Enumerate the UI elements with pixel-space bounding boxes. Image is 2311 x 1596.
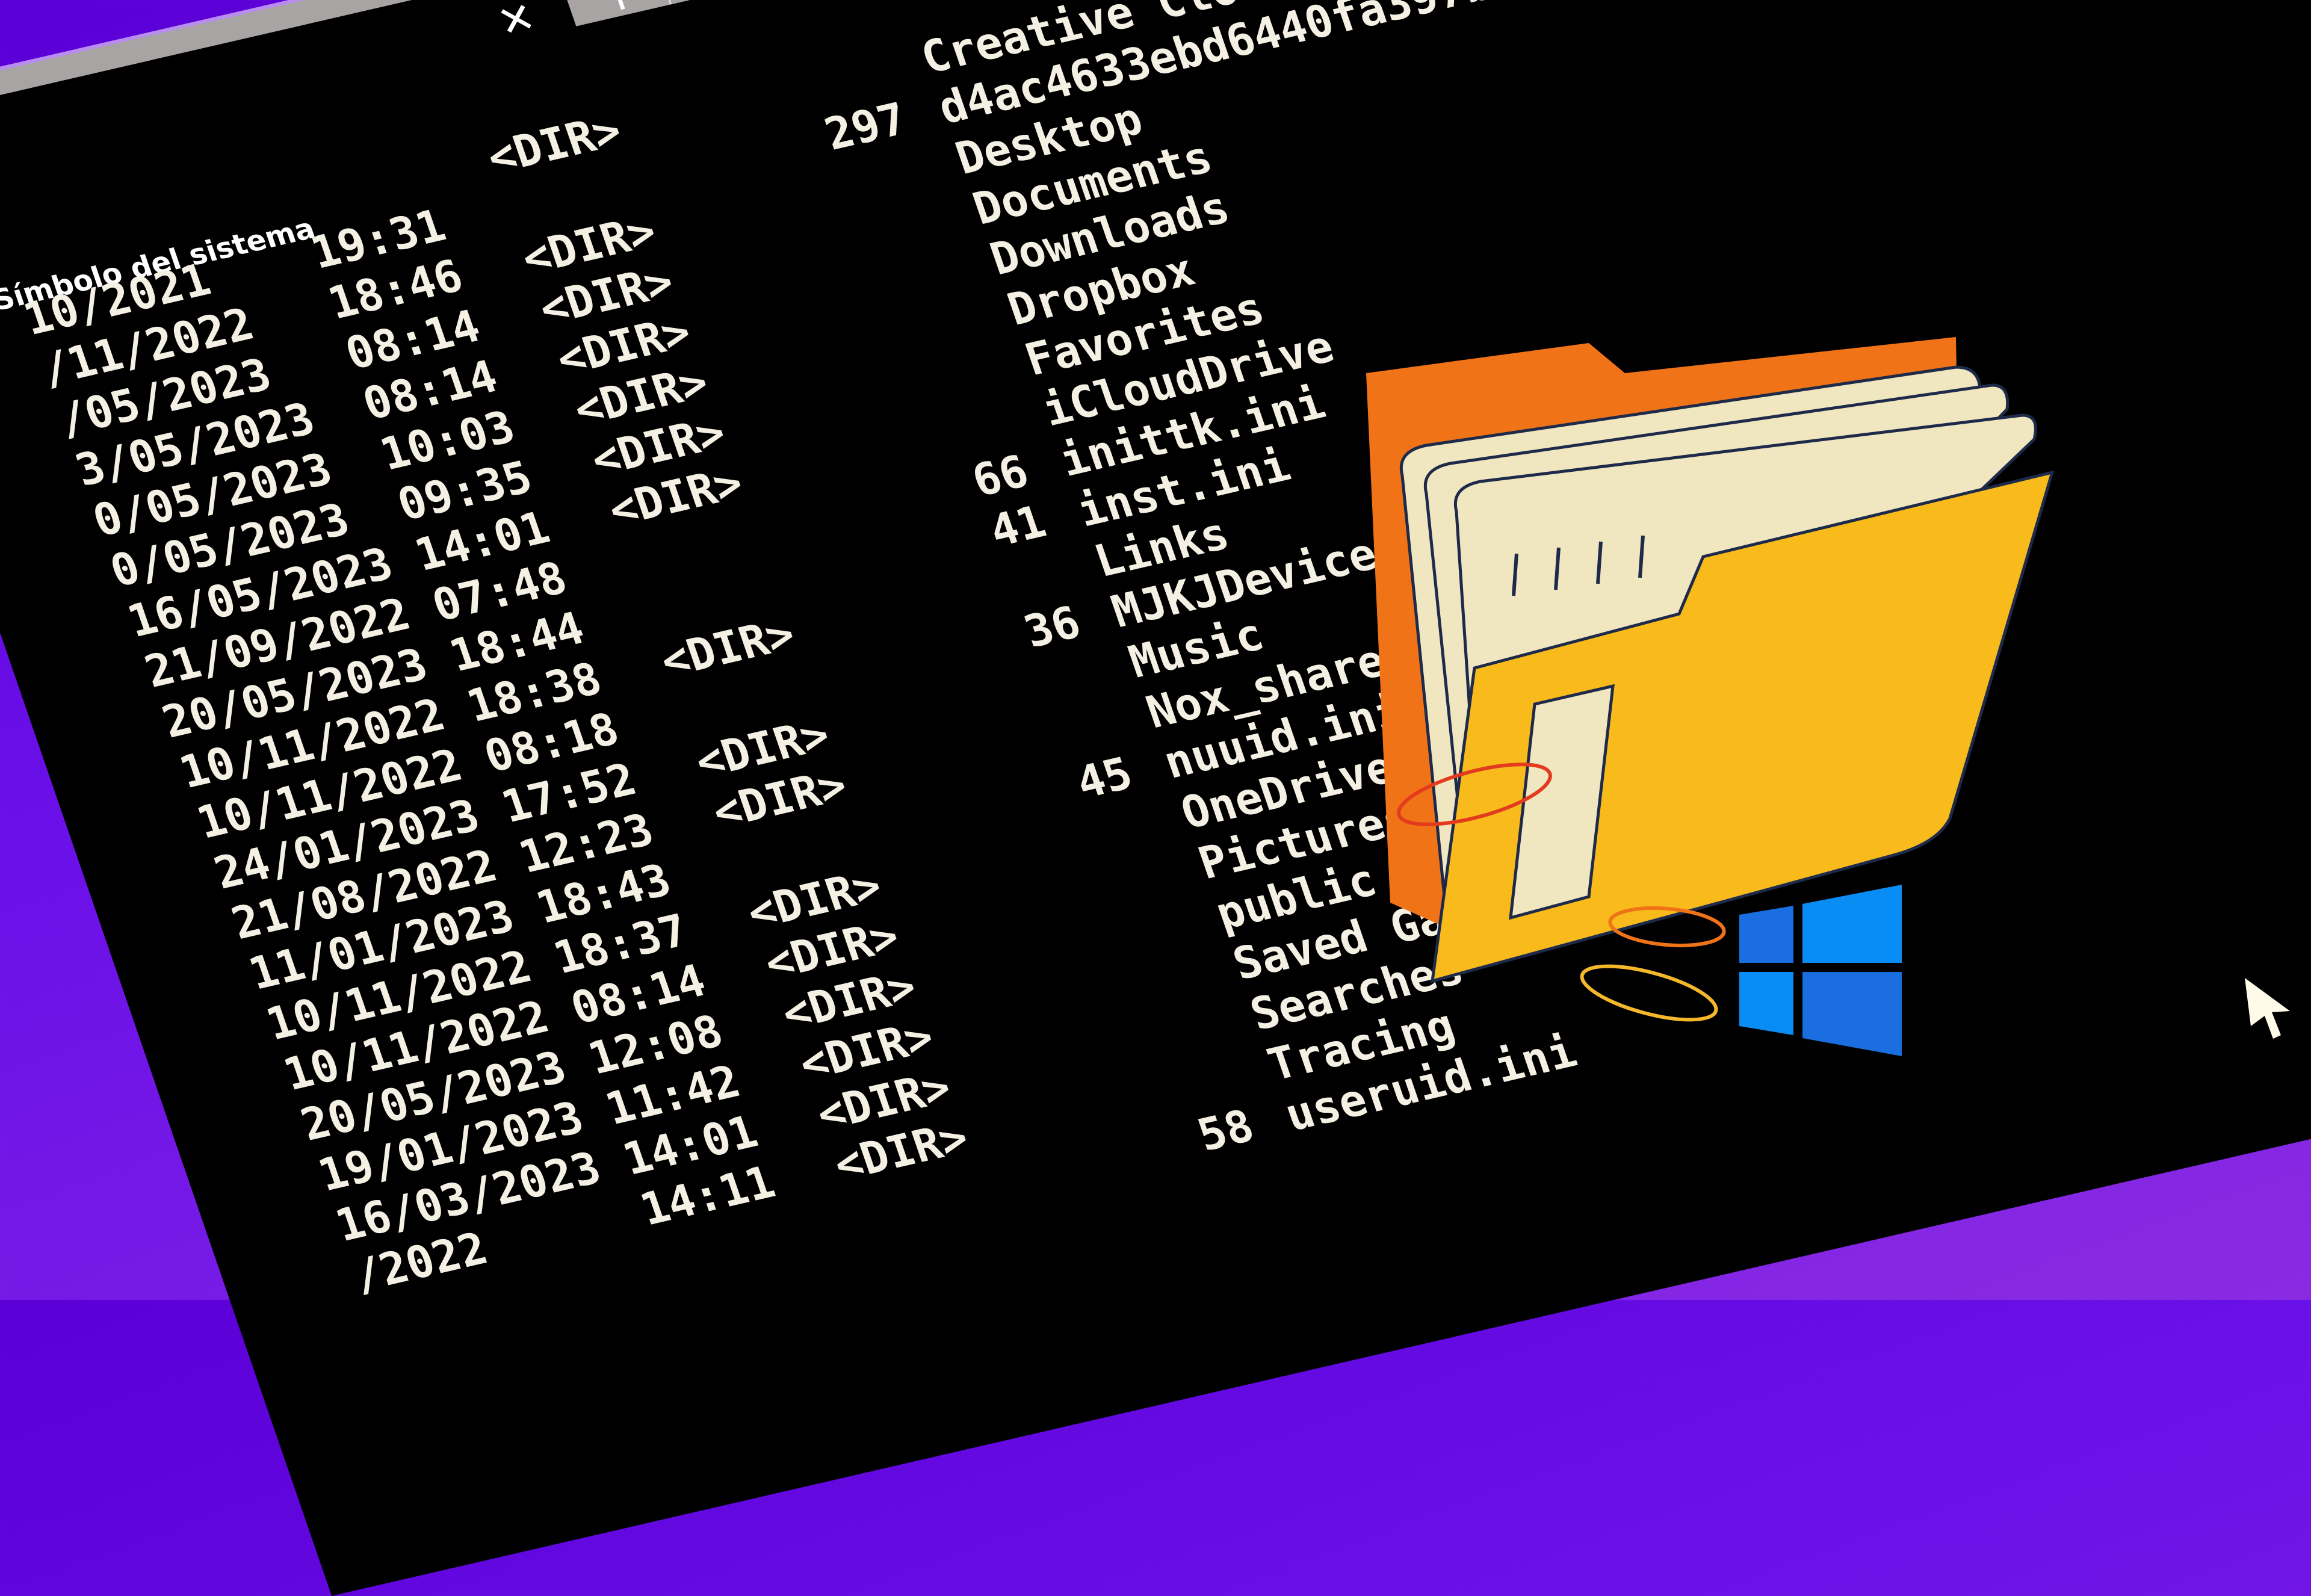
entry-size [1074,949,1192,976]
listing-row: 21/08/2022 12:23 <DIR> Nox_share [225,635,1392,951]
entry-size: 36 [1018,596,1087,658]
entry-size [988,697,1105,725]
paperclip-yellow-icon [1580,964,1718,1022]
mouse-pointer-icon [2245,978,2290,1039]
listing-row: 0/05/2023 09:35 <DIR> Favorites [104,282,1270,598]
entry-size [883,395,1001,422]
listing-row: 21/09/2022 07:48 66 inittk.ini [138,377,1331,699]
entry-size: 297 [818,93,914,161]
listing-row: 16/05/2023 14:01 <DIR> iCloudDrive [121,321,1340,649]
listing-row: 11/01/2023 18:43 45 nuuid.ini [243,685,1409,1001]
entry-size [1109,1050,1226,1077]
entry-type: <DIR> [654,608,802,688]
listing-row: 10/2021 19:31 297 d4ac4633ebd6440fa397b84f1… [17,0,1863,347]
listing-row: /11/2022 18:46 <DIR> Desktop [34,93,1149,397]
listing-row: /2022 14:11 <DIR> Tracing [347,1000,1461,1304]
listing-row: 10/11/2022 18:38 <DIR> Links [173,508,1236,800]
dir-listing: <DIR>Creative Cloud Files10/202119:31297… [0,0,1863,1353]
listing-row: 58 useruid.ini [364,1025,1583,1353]
entry-size [1092,1000,1209,1027]
entry-size [814,194,932,221]
listing-row: 20/05/2023 18:44 41 inst.ini [156,439,1296,749]
listing-row: 16/03/2023 14:01 <DIR> Searches [329,943,1470,1253]
entry-size [866,345,983,372]
listing-row: 10/11/2022 08:14 <DIR> Pictures [277,792,1417,1102]
entry-size [849,294,966,321]
entry-size [831,244,948,271]
listing-row: 24/01/2023 17:52 <DIR> Music [208,608,1270,900]
entry-type: <DIR> [480,104,628,184]
entry-size [1039,849,1157,876]
folder-illustration [1366,337,2055,1056]
listing-row: /05/2023 08:14 <DIR> Documents [52,131,1219,447]
listing-row: 10/11/2022 18:37 <DIR> OneDrive [260,741,1400,1051]
windows-logo-icon [1739,885,1902,1056]
folder-icon [1366,337,2055,983]
entry-size: 45 [1069,747,1139,809]
listing-row: 10/11/2022 08:18 36 MJKJDeviceGUID [190,504,1488,850]
listing-row: 19/01/2023 11:42 <DIR> Saved Games [312,874,1531,1202]
entry-size: 58 [1191,1100,1261,1161]
listing-row: 20/05/2023 12:08 <DIR> public [294,855,1383,1152]
entry-size [1057,899,1174,926]
listing-row: 0/05/2023 10:03 <DIR> Dropbox [87,244,1201,548]
listing-row: 3/05/2023 08:14 <DIR> Downloads [69,182,1236,498]
entry-size [762,43,879,70]
